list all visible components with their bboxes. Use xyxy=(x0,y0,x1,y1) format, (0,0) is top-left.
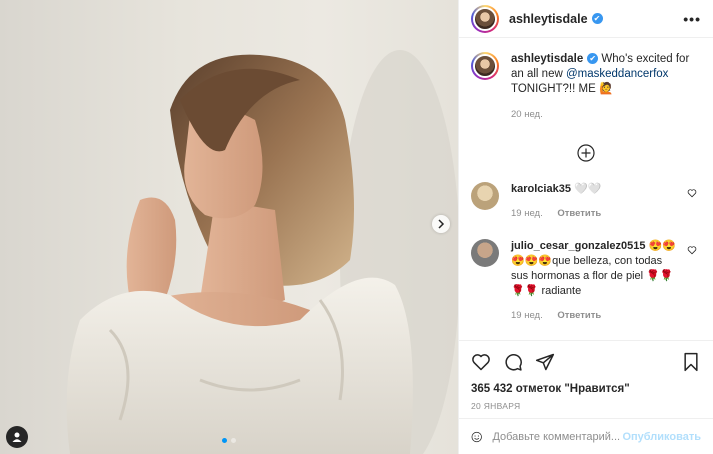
reply-button[interactable]: Ответить xyxy=(557,208,601,219)
commenter-username[interactable]: julio_cesar_gonzalez0515 xyxy=(511,240,646,252)
comment-text: julio_cesar_gonzalez0515 😍😍😍😍😍que bellez… xyxy=(511,239,681,323)
caption-time[interactable]: 20 нед. xyxy=(511,107,691,122)
comments-section: ashleytisdale ✔ Who's excited for an all … xyxy=(459,52,713,323)
emoji-icon[interactable] xyxy=(471,428,482,446)
comment-time[interactable]: 19 нед. xyxy=(511,310,543,321)
commenter-avatar[interactable] xyxy=(471,239,499,267)
commenter-username[interactable]: karolciak35 xyxy=(511,183,571,195)
heart-icon[interactable] xyxy=(471,352,491,372)
action-icons xyxy=(471,349,701,375)
share-icon[interactable] xyxy=(535,352,555,372)
heart-icon[interactable] xyxy=(687,188,697,198)
likes-count[interactable]: 365 432 отметок "Нравится" xyxy=(471,383,701,395)
reply-button[interactable]: Ответить xyxy=(557,310,601,321)
comment-text: karolciak35 🤍🤍 19 нед. Ответить xyxy=(511,182,681,221)
tagged-users-button[interactable] xyxy=(6,426,28,448)
comment-item: julio_cesar_gonzalez0515 😍😍😍😍😍que bellez… xyxy=(471,239,701,323)
load-more-comments-button[interactable] xyxy=(471,144,701,162)
post-side-panel: ashleytisdale ✔ ••• ashleytisdale ✔ Who's… xyxy=(458,0,713,454)
caption-username[interactable]: ashleytisdale xyxy=(511,53,583,65)
comment-body: 🤍🤍 xyxy=(570,183,602,195)
carousel-dot xyxy=(231,438,236,443)
post-caption: ashleytisdale ✔ Who's excited for an all … xyxy=(471,52,701,122)
comment-time[interactable]: 19 нед. xyxy=(511,208,543,219)
commenter-avatar[interactable] xyxy=(471,182,499,210)
caption-avatar[interactable] xyxy=(471,52,499,80)
post-photo[interactable] xyxy=(0,0,458,454)
next-arrow-icon xyxy=(438,219,445,229)
bookmark-icon[interactable] xyxy=(681,352,701,372)
author-avatar[interactable] xyxy=(471,4,499,33)
verified-badge-icon: ✔ xyxy=(591,13,603,24)
caption-body-end: TONIGHT?!! ME 🙋 xyxy=(511,83,614,95)
photo-illustration xyxy=(66,50,458,454)
verified-badge-icon: ✔ xyxy=(587,53,599,65)
comment-input[interactable] xyxy=(492,430,623,443)
add-comment-bar: Опубликовать xyxy=(459,418,713,454)
post-actions: 365 432 отметок "Нравится" 20 ЯНВАРЯ xyxy=(459,340,713,411)
user-tag-icon xyxy=(12,432,22,442)
more-options-icon[interactable]: ••• xyxy=(683,11,701,27)
comment-meta: 19 нед. Ответить xyxy=(511,308,681,323)
caption-mention-link[interactable]: @maskeddancerfox xyxy=(566,68,668,80)
comment-icon[interactable] xyxy=(503,352,523,372)
comment-item: karolciak35 🤍🤍 19 нед. Ответить xyxy=(471,182,701,221)
carousel-indicator xyxy=(222,438,236,443)
post-date[interactable]: 20 ЯНВАРЯ xyxy=(471,401,701,411)
carousel-dot-active xyxy=(222,438,227,443)
author-username[interactable]: ashleytisdale xyxy=(509,12,588,26)
post-header: ashleytisdale ✔ ••• xyxy=(459,0,713,38)
carousel-next-button[interactable] xyxy=(432,215,450,233)
load-more-comments-icon xyxy=(577,144,595,162)
comment-meta: 19 нед. Ответить xyxy=(511,206,681,221)
caption-text: ashleytisdale ✔ Who's excited for an all … xyxy=(511,52,691,122)
heart-icon[interactable] xyxy=(687,245,697,255)
publish-comment-button[interactable]: Опубликовать xyxy=(622,431,701,443)
